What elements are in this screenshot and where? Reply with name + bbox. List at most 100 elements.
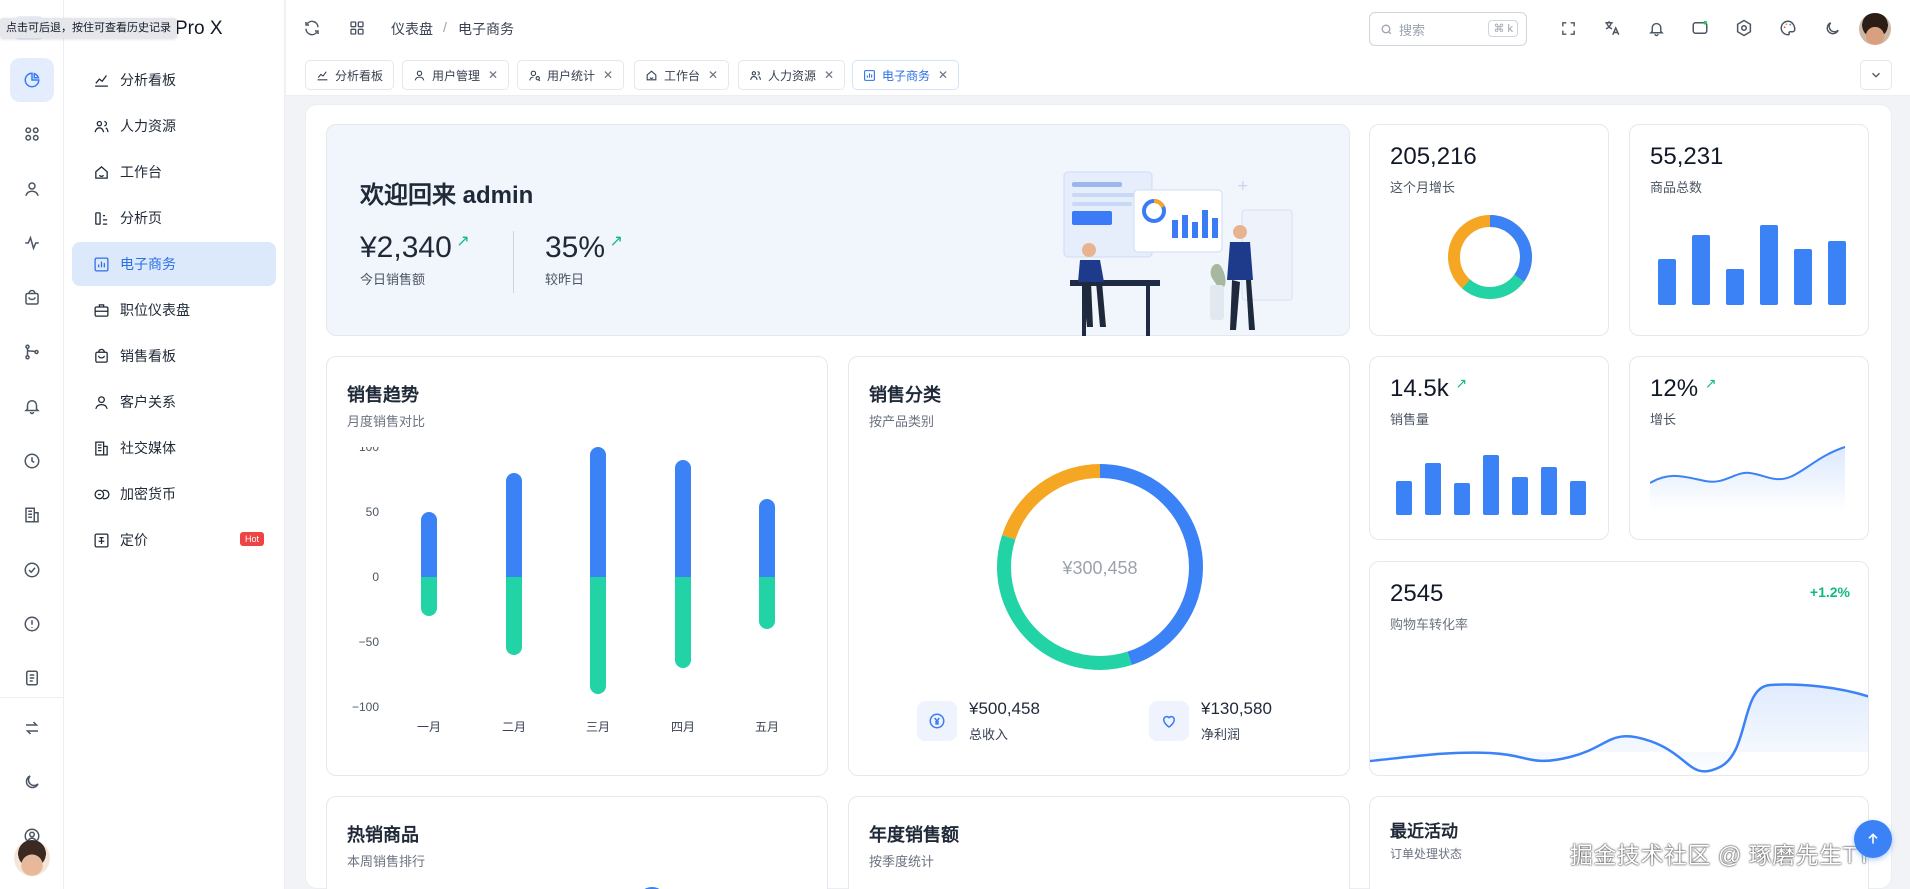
sidebar-item-label: 加密货币: [120, 486, 176, 502]
close-icon[interactable]: ✕: [603, 68, 613, 82]
sidebar-item-3[interactable]: 分析页: [72, 196, 276, 240]
sidebar-item-8[interactable]: 社交媒体: [72, 426, 276, 470]
bar-negative-join: [421, 577, 437, 585]
divider: [513, 231, 514, 293]
user-avatar[interactable]: [1859, 13, 1891, 45]
briefcase-icon: [92, 301, 110, 319]
moon-icon: [25, 775, 39, 789]
tab-2[interactable]: 用户统计 ✕: [517, 60, 625, 90]
settings-icon[interactable]: [1733, 17, 1755, 39]
rail-moon-button[interactable]: [10, 760, 54, 804]
products-bars: [1658, 225, 1846, 305]
sales-category-title: 销售分类: [869, 385, 941, 405]
sales-trend-title: 销售趋势: [347, 385, 419, 405]
rail-git-branch-button[interactable]: [10, 330, 54, 374]
arrow-up-right-icon: ↗: [456, 233, 470, 250]
sidebar-item-0[interactable]: 分析看板: [72, 58, 276, 102]
building-icon: [25, 507, 39, 523]
close-icon[interactable]: ✕: [824, 68, 834, 82]
sidebar-item-5[interactable]: 职位仪表盘: [72, 288, 276, 332]
revenue-stat: ¥500,458 总收入: [917, 699, 1040, 743]
close-icon[interactable]: ✕: [488, 68, 498, 82]
watermark: 掘金技术社区 @ 琢磨先生TT: [1570, 842, 1872, 868]
home-icon: [645, 68, 659, 82]
rail-bell-button[interactable]: [10, 384, 54, 428]
chat-icon[interactable]: [1689, 17, 1711, 39]
close-icon[interactable]: ✕: [708, 68, 718, 82]
month-growth-value: 205,216: [1390, 143, 1477, 170]
moon-icon[interactable]: [1821, 17, 1843, 39]
bar-positive: [675, 460, 691, 585]
clock-icon: [24, 453, 40, 469]
growth-value: 12%: [1650, 375, 1699, 402]
sidebar-item-label: 工作台: [120, 164, 162, 180]
compare-value: 35%: [545, 231, 606, 264]
search-placeholder: 搜索: [1399, 22, 1426, 38]
back-to-top-button[interactable]: [1854, 820, 1892, 858]
search-input[interactable]: 搜索 ⌘ k: [1369, 12, 1527, 46]
sidebar-item-label: 社交媒体: [120, 440, 176, 456]
sidebar-item-10[interactable]: 定价 Hot: [72, 518, 276, 562]
line-chart-icon: [92, 71, 110, 89]
file-icon: [26, 670, 38, 686]
bar-negative-join: [759, 577, 775, 585]
arrow-up-icon: [1868, 833, 1878, 844]
top-bar: 仪表盘 / 电子商务 搜索 ⌘ k: [286, 0, 1910, 56]
rail-pie-chart-button[interactable]: [10, 58, 54, 102]
home-icon: [92, 163, 110, 181]
rail-building-button[interactable]: [10, 493, 54, 537]
translate-icon[interactable]: [1601, 17, 1623, 39]
sidebar-item-1[interactable]: 人力资源: [72, 104, 276, 148]
breadcrumb-root[interactable]: 仪表盘: [391, 19, 433, 39]
rail-file-button[interactable]: [10, 656, 54, 700]
y-tick-label: 50: [366, 505, 380, 519]
bar-negative-join: [590, 577, 606, 585]
sidebar-item-2[interactable]: 工作台: [72, 150, 276, 194]
rail-swap-button[interactable]: [10, 706, 54, 750]
rail-pulse-button[interactable]: [10, 221, 54, 265]
rail-check-circle-button[interactable]: [10, 548, 54, 592]
month-growth-label: 这个月增长: [1390, 180, 1456, 195]
pulse-icon: [25, 235, 39, 251]
fullscreen-icon[interactable]: [1557, 17, 1579, 39]
tab-0[interactable]: 分析看板: [305, 60, 395, 90]
cart-area-chart: [1370, 683, 1868, 773]
close-icon[interactable]: ✕: [938, 68, 948, 82]
rail-clock-button[interactable]: [10, 439, 54, 483]
user-icon: [25, 182, 39, 196]
sales-volume-value: 14.5k: [1390, 375, 1449, 402]
bell-icon[interactable]: [1645, 17, 1667, 39]
profit-value: ¥130,580: [1201, 699, 1272, 718]
products-card: 55,231 商品总数: [1629, 124, 1869, 336]
sidebar-item-7[interactable]: 客户关系: [72, 380, 276, 424]
tab-1[interactable]: 用户管理 ✕: [402, 60, 510, 90]
heart-icon: [1149, 701, 1189, 741]
avatar[interactable]: [14, 840, 50, 876]
bar-positive: [421, 512, 437, 585]
tab-4[interactable]: 人力资源 ✕: [738, 60, 846, 90]
refresh-icon[interactable]: [301, 17, 323, 39]
sales-trend-subtitle: 月度销售对比: [347, 414, 426, 429]
line-chart-icon: [316, 68, 330, 82]
welcome-card: 欢迎回来 admin ¥2,340 ↗ 今日销售额 35% ↗ 较昨日 +: [326, 124, 1350, 336]
annual-sales-subtitle: 按季度统计: [869, 854, 935, 869]
bar-negative-join: [675, 577, 691, 585]
rail-alert-circle-button[interactable]: [10, 602, 54, 646]
shop-chart-icon: [863, 68, 877, 82]
rail-apps-button[interactable]: [10, 112, 54, 156]
rail-bag-button[interactable]: [10, 276, 54, 320]
sidebar-item-6[interactable]: 销售看板: [72, 334, 276, 378]
tab-3[interactable]: 工作台 ✕: [634, 60, 730, 90]
tabs-more-button[interactable]: [1860, 60, 1892, 90]
tab-label: 用户管理: [432, 68, 481, 83]
sidebar-item-9[interactable]: 加密货币: [72, 472, 276, 516]
tab-5[interactable]: 电子商务 ✕: [852, 60, 960, 90]
rail-user-button[interactable]: [10, 167, 54, 211]
sidebar-item-label: 客户关系: [120, 394, 176, 410]
sidebar-item-4[interactable]: 电子商务: [72, 242, 276, 286]
tab-label: 工作台: [664, 68, 701, 83]
bag-icon: [92, 347, 110, 365]
yuan-icon: [917, 701, 957, 741]
grid-icon[interactable]: [346, 17, 368, 39]
palette-icon[interactable]: [1777, 17, 1799, 39]
